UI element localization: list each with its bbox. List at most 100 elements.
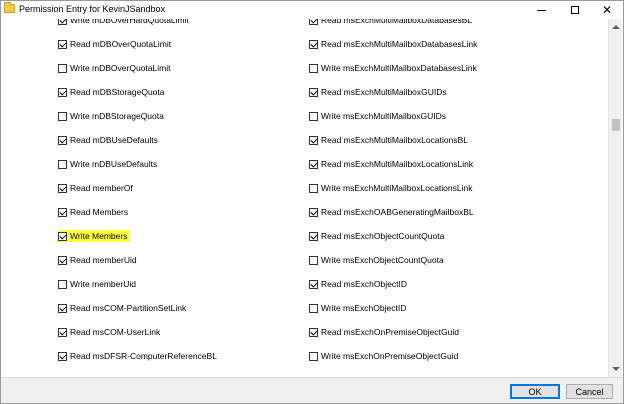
- permission-row[interactable]: Read msExchMultiMailboxLocationsBL: [309, 134, 468, 146]
- permission-checkbox[interactable]: [309, 207, 318, 217]
- permission-checkbox[interactable]: [309, 135, 318, 145]
- folder-icon: [4, 2, 15, 13]
- permission-label: Write mDBStorageQuota: [70, 111, 164, 121]
- permission-label: Read Members: [70, 207, 129, 217]
- permission-label: Read msExchObjectCountQuota: [321, 231, 445, 241]
- permission-checkbox[interactable]: [309, 255, 318, 265]
- permission-checkbox[interactable]: [58, 159, 67, 169]
- permission-checkbox[interactable]: [58, 279, 67, 289]
- cancel-button[interactable]: Cancel: [566, 384, 613, 399]
- scroll-up-icon[interactable]: [612, 25, 620, 29]
- permission-label: Read memberUid: [70, 255, 137, 265]
- permission-row[interactable]: Read msExchMultiMailboxLocationsLink: [309, 158, 473, 170]
- permission-checkbox[interactable]: [58, 231, 67, 241]
- permission-row[interactable]: Read Members: [58, 206, 128, 218]
- permission-checkbox[interactable]: [58, 111, 67, 121]
- permission-checkbox[interactable]: [309, 303, 318, 313]
- permission-row[interactable]: Write msExchMultiMailboxDatabasesLink: [309, 62, 477, 74]
- permission-row[interactable]: Write msExchMultiMailboxLocationsLink: [309, 182, 472, 194]
- permission-label: Read msExchMultiMailboxGUIDs: [321, 87, 447, 97]
- permission-label: Write mDBOverQuotaLimit: [70, 63, 171, 73]
- ok-button[interactable]: OK: [510, 384, 560, 399]
- permission-row[interactable]: Write mDBUseDefaults: [58, 158, 157, 170]
- permission-row[interactable]: Write msExchOnPremiseObjectGuid: [309, 350, 458, 362]
- permission-checkbox[interactable]: [58, 135, 67, 145]
- permission-checkbox[interactable]: [58, 207, 67, 217]
- permission-checkbox[interactable]: [58, 303, 67, 313]
- permission-checkbox[interactable]: [309, 231, 318, 241]
- close-button[interactable]: ✕: [591, 1, 623, 19]
- minimize-icon: [536, 9, 546, 11]
- permission-label: Write msExchMultiMailboxDatabasesLink: [321, 63, 477, 73]
- permission-row[interactable]: Read msDFSR-ComputerReferenceBL: [58, 350, 217, 362]
- permission-label: Read msCOM-PartitionSetLink: [70, 303, 187, 313]
- maximize-icon: [571, 6, 579, 14]
- permission-label: Read mDBUseDefaults: [70, 135, 158, 145]
- permission-label: Write mDBOverHardQuotaLimit: [70, 19, 189, 25]
- permission-label: Read mDBOverQuotaLimit: [70, 39, 172, 49]
- permission-checkbox[interactable]: [58, 19, 67, 25]
- permission-row[interactable]: Write memberUid: [58, 278, 136, 290]
- permission-checkbox[interactable]: [309, 111, 318, 121]
- permission-checkbox[interactable]: [58, 351, 67, 361]
- permission-checkbox[interactable]: [58, 63, 67, 73]
- permission-row[interactable]: Read msCOM-UserLink: [58, 326, 160, 338]
- permission-label: Write msExchMultiMailboxLocationsLink: [321, 183, 473, 193]
- permission-checkbox[interactable]: [58, 255, 67, 265]
- permission-label: Read msExchOABGeneratingMailboxBL: [321, 207, 474, 217]
- permission-row[interactable]: Read mDBStorageQuota: [58, 86, 165, 98]
- permission-row[interactable]: Read msCOM-PartitionSetLink: [58, 302, 186, 314]
- scroll-down-icon[interactable]: [612, 367, 620, 371]
- close-icon: ✕: [601, 3, 613, 17]
- permission-row[interactable]: Write msExchObjectCountQuota: [309, 254, 444, 266]
- permission-label: Read msDFSR-ComputerReferenceBL: [70, 351, 217, 361]
- permissions-list: Write mDBOverHardQuotaLimit Read mDBOverQ…: [1, 19, 608, 377]
- vertical-scrollbar[interactable]: [608, 19, 622, 377]
- permission-row[interactable]: Read msExchMultiMailboxDatabasesLink: [309, 38, 477, 50]
- permission-row[interactable]: Write mDBOverQuotaLimit: [58, 62, 170, 74]
- permission-label: Write memberUid: [70, 279, 136, 289]
- maximize-button[interactable]: [559, 1, 591, 19]
- permission-row[interactable]: Read mDBUseDefaults: [58, 134, 158, 146]
- permission-label: Read msCOM-UserLink: [70, 327, 161, 337]
- scrollbar-thumb[interactable]: [612, 119, 620, 131]
- minimize-button[interactable]: [525, 1, 557, 19]
- permission-checkbox[interactable]: [309, 279, 318, 289]
- permission-label: Read mDBStorageQuota: [70, 87, 165, 97]
- permission-row[interactable]: Write mDBOverHardQuotaLimit: [58, 19, 189, 26]
- permission-checkbox[interactable]: [58, 327, 67, 337]
- permission-checkbox[interactable]: [309, 19, 318, 25]
- permission-checkbox[interactable]: [309, 159, 318, 169]
- permission-row[interactable]: Write Members: [58, 230, 131, 242]
- permission-checkbox[interactable]: [58, 183, 67, 193]
- permission-row[interactable]: Read msExchObjectCountQuota: [309, 230, 444, 242]
- permission-row[interactable]: Read memberOf: [58, 182, 133, 194]
- permission-checkbox[interactable]: [58, 87, 67, 97]
- window-title: Permission Entry for KevinJSandbox: [19, 4, 166, 14]
- title-bar[interactable]: Permission Entry for KevinJSandbox ✕: [1, 1, 623, 19]
- permission-label: Write msExchOnPremiseObjectGuid: [321, 351, 459, 361]
- permission-checkbox[interactable]: [309, 327, 318, 337]
- permission-row[interactable]: Read msExchObjectID: [309, 278, 407, 290]
- permission-checkbox[interactable]: [309, 63, 318, 73]
- permission-row[interactable]: Read msExchMultiMailboxDatabasesBL: [309, 19, 472, 26]
- permission-checkbox[interactable]: [309, 351, 318, 361]
- permission-row[interactable]: Write msExchObjectID: [309, 302, 406, 314]
- permission-checkbox[interactable]: [309, 87, 318, 97]
- permission-row[interactable]: Read msExchOnPremiseObjectGuid: [309, 326, 459, 338]
- permission-row[interactable]: Write mDBStorageQuota: [58, 110, 164, 122]
- permission-checkbox[interactable]: [309, 183, 318, 193]
- permission-row[interactable]: Read mDBOverQuotaLimit: [58, 38, 171, 50]
- permission-label: Read msExchMultiMailboxDatabasesBL: [321, 19, 473, 25]
- permission-label: Write msExchObjectCountQuota: [321, 255, 444, 265]
- permission-label: Write Members: [70, 231, 128, 241]
- permission-label: Read msExchMultiMailboxDatabasesLink: [321, 39, 478, 49]
- permission-label: Write msExchObjectID: [321, 303, 407, 313]
- permission-row[interactable]: Read memberUid: [58, 254, 137, 266]
- permission-row[interactable]: Write msExchMultiMailboxGUIDs: [309, 110, 446, 122]
- permission-checkbox[interactable]: [58, 39, 67, 49]
- permission-label: Read memberOf: [70, 183, 133, 193]
- permission-checkbox[interactable]: [309, 39, 318, 49]
- permission-row[interactable]: Read msExchOABGeneratingMailboxBL: [309, 206, 474, 218]
- permission-row[interactable]: Read msExchMultiMailboxGUIDs: [309, 86, 447, 98]
